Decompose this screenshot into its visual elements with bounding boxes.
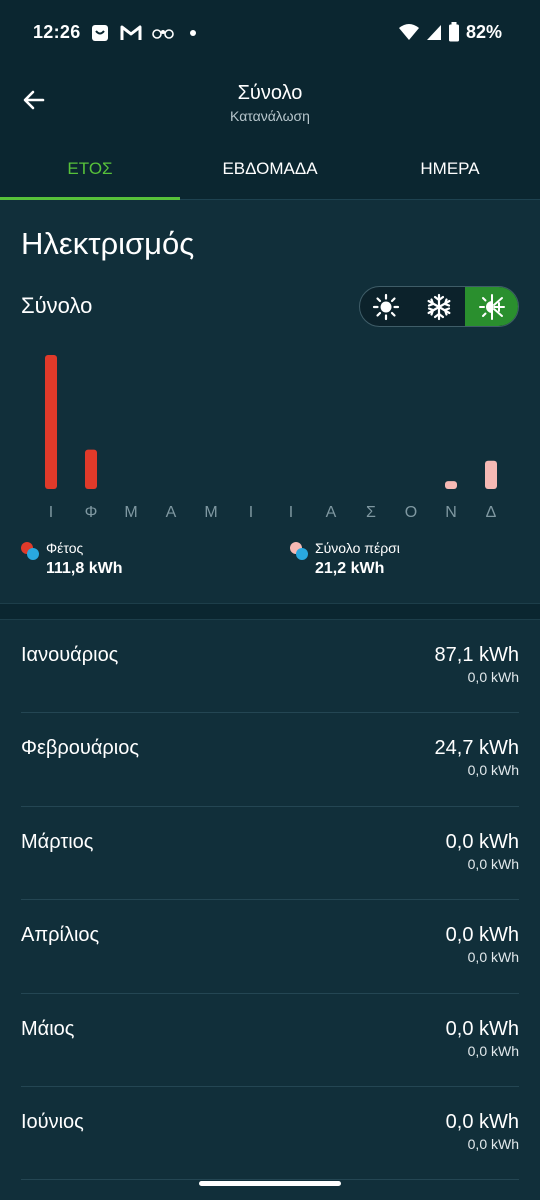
mode-cooling-button[interactable] (413, 287, 466, 326)
x-tick-label: Ν (445, 504, 457, 521)
gmail-icon (120, 25, 142, 40)
x-tick-label: Σ (366, 504, 376, 521)
x-tick-label: Ι (289, 504, 293, 521)
notification-icons (90, 22, 196, 44)
period-tabs: ΕΤΟΣ ΕΒΔΟΜΑΔΑ ΗΜΕΡΑ (0, 150, 540, 200)
x-tick-label: Ι (249, 504, 253, 521)
this-year-legend-icon (21, 542, 41, 562)
month-previous-value: 0,0 kWh (467, 669, 519, 685)
bar-last-year-11 (485, 460, 497, 489)
section-title: Ηλεκτρισμός (21, 226, 195, 261)
page-subtitle: Κατανάλωση (230, 108, 310, 124)
list-item[interactable]: Ιούνιος 0,0 kWh 0,0 kWh (21, 1087, 519, 1181)
legend-value: 111,8 kWh (46, 560, 123, 577)
snowflake-icon (427, 293, 451, 320)
wifi-icon (398, 24, 419, 40)
mode-total-button[interactable] (465, 287, 518, 326)
list-item[interactable]: Μάιος 0,0 kWh 0,0 kWh (21, 994, 519, 1087)
month-list: Ιανουάριος 87,1 kWh 0,0 kWh Φεβρουάριος … (0, 620, 540, 1181)
month-value: 0,0 kWh (445, 830, 519, 853)
shopping-bag-icon (92, 25, 108, 41)
x-tick-label: Μ (124, 504, 137, 521)
page-title: Σύνολο (237, 82, 303, 104)
app-bar: Σύνολο Κατανάλωση (0, 64, 540, 150)
month-previous-value: 0,0 kWh (467, 1135, 519, 1152)
x-tick-label: Α (326, 504, 337, 521)
more-notifications-dot (190, 30, 196, 36)
month-value: 24,7 kWh (434, 737, 519, 760)
month-value: 0,0 kWh (445, 1017, 519, 1040)
legend-value: 21,2 kWh (315, 560, 385, 577)
sun-icon (373, 293, 400, 320)
bar-this-year-1 (85, 449, 97, 489)
x-tick-label: Φ (85, 504, 98, 521)
x-tick-label: Ο (405, 504, 417, 521)
x-tick-label: Δ (486, 504, 497, 521)
legend-label: Φέτος (46, 540, 84, 556)
legend-label: Σύνολο πέρσι (315, 540, 400, 556)
month-name: Ιούνιος (21, 1110, 84, 1133)
battery-icon (448, 22, 459, 42)
tab-week[interactable]: ΕΒΔΟΜΑΔΑ (180, 150, 360, 199)
month-value: 87,1 kWh (434, 644, 519, 666)
last-year-legend-icon (290, 542, 310, 562)
list-item[interactable]: Φεβρουάριος 24,7 kWh 0,0 kWh (21, 713, 519, 807)
consumption-chart: ΙΦΜΑΜΙΙΑΣΟΝΔ (45, 355, 497, 521)
status-bar: 12:26 82% (0, 0, 540, 64)
x-tick-label: Α (166, 504, 177, 521)
month-name: Φεβρουάριος (21, 737, 139, 760)
x-tick-label: Ι (49, 504, 53, 521)
month-value: 0,0 kWh (445, 1110, 519, 1133)
tab-day[interactable]: ΗΜΕΡΑ (360, 150, 540, 199)
month-value: 0,0 kWh (445, 924, 519, 947)
subsection-title: Σύνολο (21, 293, 93, 318)
sun-snowflake-icon (478, 293, 505, 320)
list-item[interactable]: Ιανουάριος 87,1 kWh 0,0 kWh (21, 620, 519, 714)
status-time: 12:26 (33, 22, 81, 42)
month-previous-value: 0,0 kWh (467, 1042, 519, 1059)
section-divider (0, 603, 540, 620)
tab-year[interactable]: ΕΤΟΣ (0, 150, 180, 200)
mode-heating-button[interactable] (360, 287, 413, 326)
legend-last-year: Σύνολο πέρσι 21,2 kWh (290, 538, 400, 580)
month-name: Απρίλιος (21, 924, 100, 947)
x-tick-label: Μ (204, 504, 217, 521)
system-status: 82% (398, 20, 502, 44)
month-previous-value: 0,0 kWh (467, 855, 519, 872)
month-previous-value: 0,0 kWh (467, 762, 519, 779)
tripadvisor-icon (152, 29, 174, 39)
list-item[interactable]: Μάρτιος 0,0 kWh 0,0 kWh (21, 807, 519, 901)
mode-toggle (359, 286, 519, 327)
month-name: Μάρτιος (21, 830, 94, 853)
battery-percent: 82% (465, 21, 502, 42)
month-previous-value: 0,0 kWh (467, 949, 519, 966)
signal-icon (426, 25, 441, 40)
month-name: Ιανουάριος (21, 644, 119, 666)
gesture-nav-handle[interactable] (199, 1181, 341, 1186)
list-item[interactable]: Απρίλιος 0,0 kWh 0,0 kWh (21, 900, 519, 994)
bar-this-year-0 (45, 355, 57, 489)
legend-this-year: Φέτος 111,8 kWh (21, 538, 123, 580)
bar-last-year-10 (445, 481, 457, 489)
month-name: Μάιος (21, 1017, 75, 1040)
